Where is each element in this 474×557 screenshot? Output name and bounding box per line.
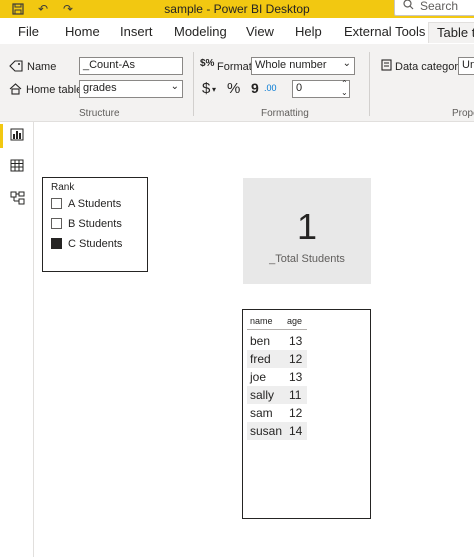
tab-modeling[interactable]: Modeling [174,24,227,39]
table-header: name age [247,315,307,330]
title-bar: ↶ ↷ sample - Power BI Desktop Search [0,0,474,18]
table-row: fred 12 [247,350,307,368]
data-category-label: Data category [395,61,464,73]
column-header-age[interactable]: age [287,316,302,326]
name-tag-icon [9,60,23,75]
table-cell-name: sally [250,388,275,402]
percent-button[interactable]: % [227,80,240,97]
slicer-option-label: B Students [68,217,122,230]
table-cell-age: 13 [289,334,303,348]
data-category-icon [381,59,392,74]
slicer-option-label: A Students [68,197,122,210]
data-category-select[interactable]: Un [458,57,474,75]
column-header-name[interactable]: name [250,316,273,326]
view-rail [0,122,34,557]
properties-caption: Prope [452,108,474,119]
slicer-option-a[interactable]: A Students [51,194,139,213]
home-table-value: grades [83,82,117,94]
report-canvas[interactable]: Rank A Students B Students C Students 1 … [35,122,474,557]
undo-icon[interactable]: ↶ [35,1,51,17]
home-table-select[interactable]: grades ⌄ [79,80,183,98]
tab-external-tools[interactable]: External Tools [344,24,425,39]
table-row: sam 12 [247,404,307,422]
tab-help[interactable]: Help [295,24,322,39]
slicer-option-b[interactable]: B Students [51,214,139,233]
checkbox-checked[interactable] [51,238,62,249]
home-table-label: Home table [26,84,83,96]
slicer-option-c[interactable]: C Students [51,234,139,253]
group-divider [193,52,194,116]
tab-file[interactable]: File [18,24,39,39]
active-indicator [0,124,3,148]
model-view-button[interactable] [0,185,34,213]
format-value: Whole number [255,59,327,71]
tab-insert[interactable]: Insert [120,24,153,39]
table-row: joe 13 [247,368,307,386]
menu-bar: File Home Insert Modeling View Help Exte… [0,18,474,44]
structure-caption: Structure [79,108,120,119]
tab-home[interactable]: Home [65,24,100,39]
rank-slicer: Rank A Students B Students C Students [42,177,148,272]
data-view-button[interactable] [0,153,34,181]
model-diagram-icon [10,191,25,208]
format-select[interactable]: Whole number ⌄ [251,57,355,75]
ribbon: Name _Count-As Home table grades ⌄ Struc… [0,44,474,122]
slicer-option-label: C Students [68,237,123,250]
chevron-up-icon[interactable]: ⌃ [341,79,348,88]
table-cell-name: sam [250,406,273,420]
name-label: Name [27,61,57,73]
total-students-card[interactable]: 1 _Total Students [243,178,371,284]
save-icon[interactable] [10,1,26,17]
students-table[interactable]: name age ben 13 fred 12 joe 13 sally 11 … [242,309,371,519]
table-cell-age: 13 [289,370,303,384]
table-cell-age: 11 [289,388,302,402]
chevron-down-icon[interactable]: ⌄ [341,88,348,97]
bar-chart-icon [10,128,24,144]
chevron-down-icon: ⌄ [342,58,351,69]
slicer-title: Rank [51,182,75,193]
decimal-button[interactable]: .00 [264,83,277,93]
card-value: 1 [296,206,318,247]
table-row: sally 11 [247,386,307,404]
table-cell-name: fred [250,352,271,366]
home-table-icon [9,83,22,98]
group-divider [369,52,370,116]
search-label: Search [420,0,459,13]
comma-button[interactable]: 9 [251,80,259,96]
table-row: ben 13 [247,332,307,350]
search-icon [403,0,414,13]
table-cell-age: 14 [289,424,303,438]
table-cell-name: joe [250,370,267,384]
redo-icon[interactable]: ↷ [60,1,76,17]
chevron-down-icon[interactable]: ▾ [212,85,216,94]
checkbox[interactable] [51,218,62,229]
chevron-down-icon: ⌄ [170,81,179,92]
report-view-button[interactable] [0,122,34,150]
tab-view[interactable]: View [246,24,274,39]
table-row: susan 14 [247,422,307,440]
card-label: _Total Students [269,253,345,265]
name-input[interactable]: _Count-As [79,57,183,75]
table-grid-icon [10,159,24,175]
format-label: Format [217,61,252,73]
table-cell-name: ben [250,334,271,348]
table-cell-name: susan [250,424,283,438]
formatting-caption: Formatting [261,108,309,119]
tab-table-tools[interactable]: Table tools [428,22,474,43]
search-box[interactable]: Search [394,0,474,16]
table-cell-age: 12 [289,406,303,420]
currency-button[interactable]: $ [202,80,210,97]
table-cell-age: 12 [289,352,303,366]
format-icon: $% [200,58,215,69]
checkbox[interactable] [51,198,62,209]
